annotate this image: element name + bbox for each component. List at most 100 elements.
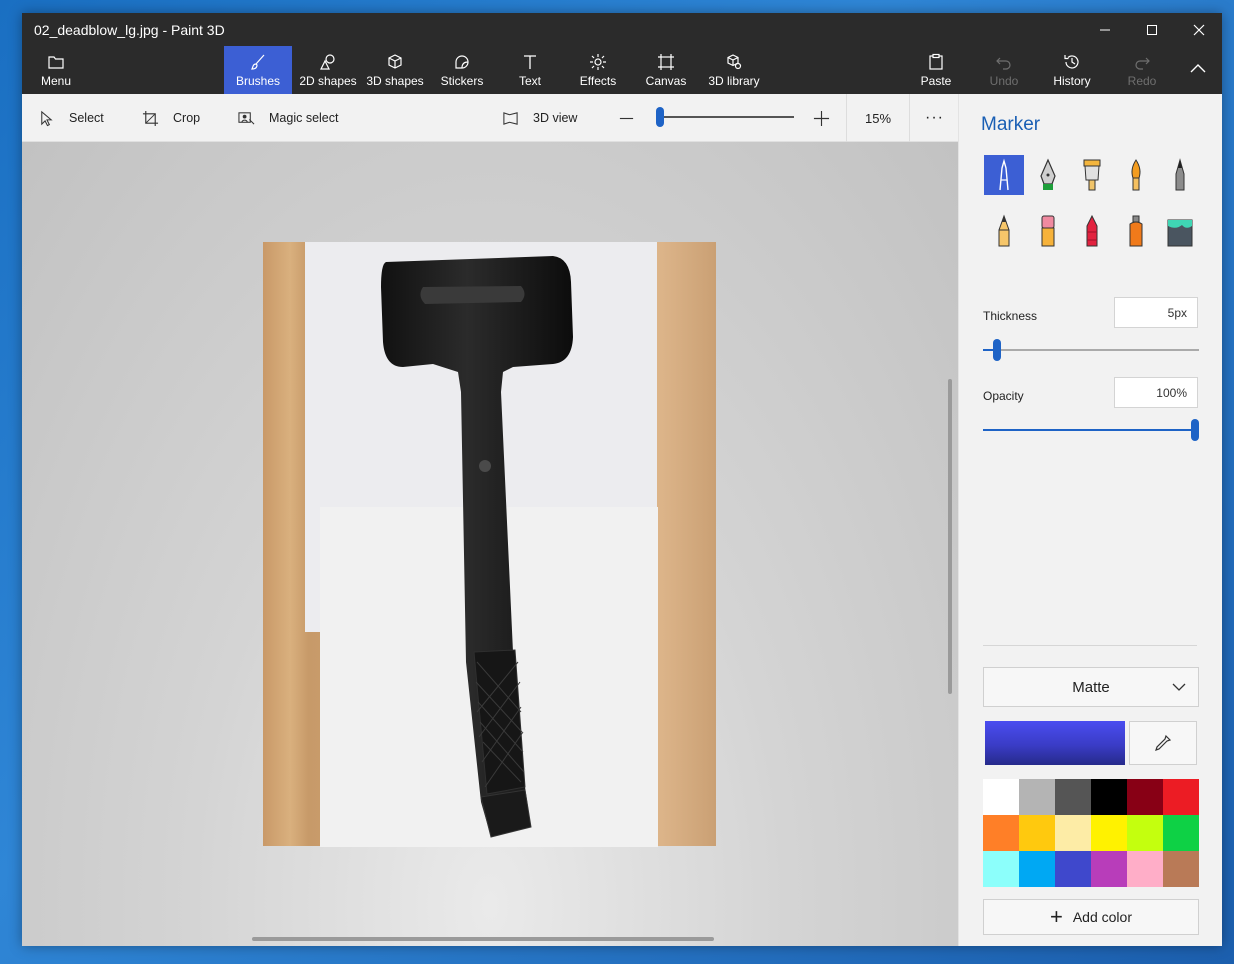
more-options-button[interactable]: ··· [925, 94, 944, 142]
thickness-slider-track[interactable] [983, 349, 1199, 351]
close-button[interactable] [1176, 13, 1222, 46]
chevron-down-icon [1172, 683, 1186, 691]
tab-3d-library[interactable]: 3D library [704, 46, 764, 94]
text-icon [524, 54, 536, 69]
color-swatch[interactable] [1163, 779, 1199, 815]
zoom-level[interactable]: 15% [846, 94, 910, 142]
spray-can-brush[interactable] [1116, 211, 1156, 251]
watercolor-brush[interactable] [1116, 155, 1156, 195]
ribbon: Menu Brushes 2D shapes 3D shapes Sticker… [22, 46, 1222, 94]
select-label: Select [69, 111, 104, 125]
zoom-in-button[interactable] [813, 94, 830, 142]
eyedropper-button[interactable] [1129, 721, 1197, 765]
tab-label: 3D library [708, 73, 760, 88]
tab-label: Effects [579, 73, 617, 88]
collapse-ribbon-button[interactable] [1180, 46, 1216, 94]
eraser-icon [1041, 215, 1055, 247]
3d-view-button[interactable]: 3D view [502, 94, 577, 142]
history-button[interactable]: History [1048, 46, 1096, 94]
color-swatch[interactable] [1055, 779, 1091, 815]
calligraphy-pen-brush[interactable] [1028, 155, 1068, 195]
tab-text[interactable]: Text [512, 46, 548, 94]
tab-label: Stickers [440, 73, 484, 88]
tab-label: Canvas [645, 73, 687, 88]
tab-stickers[interactable]: Stickers [434, 46, 490, 94]
color-swatch[interactable] [983, 851, 1019, 887]
color-swatch[interactable] [1127, 851, 1163, 887]
canvas-image[interactable] [263, 242, 716, 847]
color-swatch[interactable] [1091, 779, 1127, 815]
thickness-label: Thickness [983, 309, 1038, 323]
undo-label: Undo [989, 73, 1019, 88]
tab-label: Brushes [235, 73, 281, 88]
opacity-input[interactable]: 100% [1114, 377, 1198, 408]
tab-brushes[interactable]: Brushes [224, 46, 292, 94]
redo-button[interactable]: Redo [1124, 46, 1160, 94]
sticker-icon [455, 54, 469, 69]
magic-select-label: Magic select [269, 111, 339, 125]
plus-icon [813, 110, 830, 126]
add-color-button[interactable]: + Add color [983, 899, 1199, 935]
canvas-area[interactable] [22, 142, 958, 946]
color-swatch[interactable] [1127, 779, 1163, 815]
menu-button[interactable]: Menu [30, 46, 82, 94]
zoom-slider-track[interactable] [658, 116, 794, 118]
watercolor-icon [1131, 159, 1141, 191]
crayon-icon [1086, 214, 1098, 247]
tab-label: Text [518, 73, 541, 88]
color-swatch[interactable] [1019, 779, 1055, 815]
color-swatch[interactable] [1163, 851, 1199, 887]
color-swatch[interactable] [983, 779, 1019, 815]
select-button[interactable]: Select [38, 94, 104, 142]
tab-label: 3D shapes [366, 73, 424, 88]
chevron-up-icon [1190, 63, 1206, 72]
color-swatch[interactable] [1019, 851, 1055, 887]
magic-select-button[interactable]: Magic select [238, 94, 338, 142]
marker-icon [999, 158, 1009, 191]
oil-brush[interactable] [1072, 155, 1112, 195]
color-swatch[interactable] [1091, 815, 1127, 851]
tab-effects[interactable]: Effects [574, 46, 622, 94]
undo-icon [996, 57, 1011, 70]
finish-dropdown[interactable]: Matte [983, 667, 1199, 707]
crop-label: Crop [173, 111, 201, 125]
color-swatch[interactable] [1163, 815, 1199, 851]
current-color-swatch[interactable] [985, 721, 1125, 765]
color-swatch[interactable] [1127, 815, 1163, 851]
crayon-brush[interactable] [1072, 211, 1112, 251]
color-swatch[interactable] [1091, 851, 1127, 887]
horizontal-scrollbar[interactable] [252, 937, 714, 941]
tab-label: 2D shapes [299, 73, 357, 88]
pencil-brush[interactable] [984, 211, 1024, 251]
paste-button[interactable]: Paste [916, 46, 956, 94]
sun-icon [590, 53, 606, 70]
color-swatch[interactable] [1019, 815, 1055, 851]
history-icon [1064, 54, 1079, 69]
tab-3d-shapes[interactable]: 3D shapes [362, 46, 428, 94]
undo-button[interactable]: Undo [986, 46, 1022, 94]
tab-canvas[interactable]: Canvas [642, 46, 690, 94]
color-swatch[interactable] [1055, 851, 1091, 887]
thickness-slider-thumb[interactable] [993, 339, 1002, 361]
fill-bucket-brush[interactable] [1160, 211, 1200, 251]
tab-2d-shapes[interactable]: 2D shapes [294, 46, 362, 94]
zoom-slider-thumb[interactable] [656, 107, 664, 127]
finish-value: Matte [1072, 678, 1110, 696]
magic-select-icon [238, 111, 255, 125]
maximize-button[interactable] [1129, 13, 1175, 46]
color-swatch[interactable] [1055, 815, 1091, 851]
minimize-button[interactable] [1082, 13, 1128, 46]
color-swatch[interactable] [983, 815, 1019, 851]
history-label: History [1053, 73, 1091, 88]
marker-brush[interactable] [984, 155, 1024, 195]
vertical-scrollbar[interactable] [948, 379, 952, 694]
plus-icon: + [1049, 904, 1063, 929]
crop-button[interactable]: Crop [142, 94, 200, 142]
add-color-label: Add color [1072, 909, 1132, 925]
pixel-pen-brush[interactable] [1160, 155, 1200, 195]
zoom-out-button[interactable] [618, 94, 635, 142]
opacity-slider-thumb[interactable] [1191, 419, 1199, 441]
thickness-input[interactable]: 5px [1114, 297, 1198, 328]
cube-icon [388, 53, 402, 69]
eraser-brush[interactable] [1028, 211, 1068, 251]
